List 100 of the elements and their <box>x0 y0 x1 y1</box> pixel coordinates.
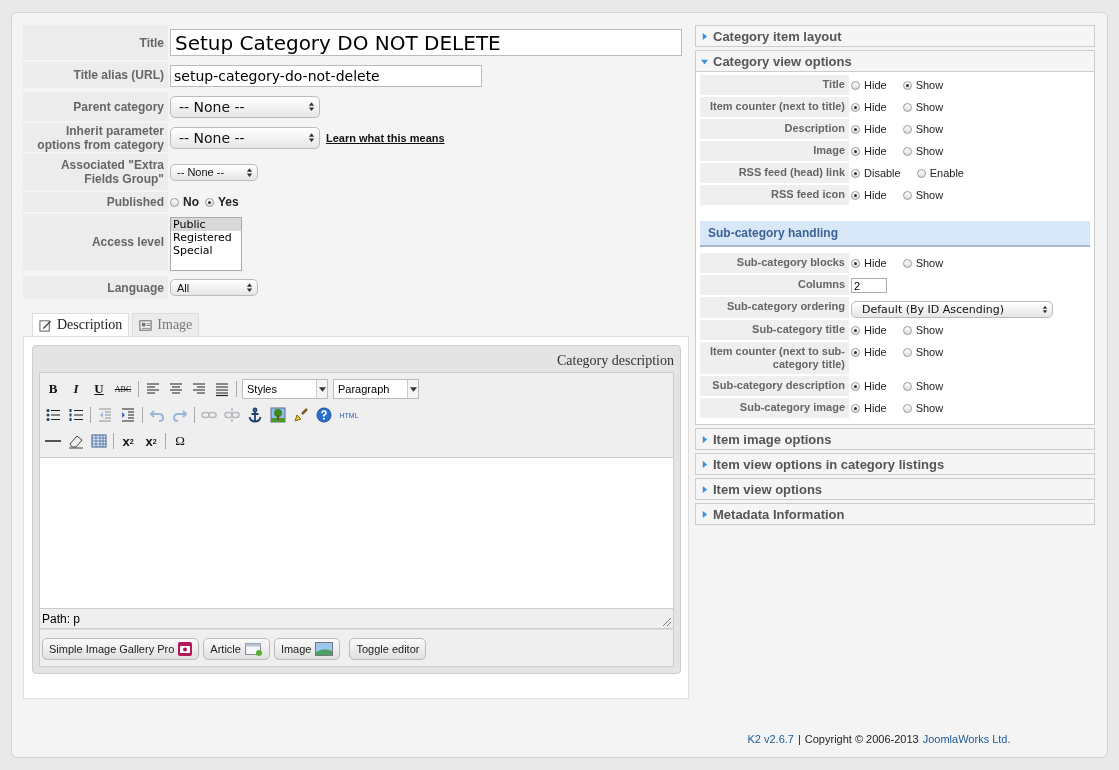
toolbar-button[interactable] <box>67 406 85 424</box>
toolbar-button[interactable]: x$^{2}$ <box>142 432 160 450</box>
toolbar-button[interactable]: ABC <box>113 380 133 398</box>
radio-button[interactable] <box>902 347 912 357</box>
article-icon <box>244 642 263 656</box>
option-label: Sub-category title <box>700 320 849 340</box>
redo-icon <box>172 407 188 423</box>
edit-icon <box>39 318 52 332</box>
radio-button[interactable] <box>902 80 912 90</box>
columns-field[interactable]: 2 <box>851 278 887 293</box>
radio-button[interactable] <box>902 325 912 335</box>
dropdown-arrows-icon <box>1042 305 1048 314</box>
panel-header[interactable]: Item view options <box>695 478 1095 500</box>
caret-down-icon <box>701 57 708 65</box>
version-link[interactable]: K2 v2.6.7 <box>747 733 794 745</box>
panel-header[interactable]: Metadata Information <box>695 503 1095 525</box>
toolbar-button[interactable]: U <box>90 380 108 398</box>
radio-button[interactable] <box>851 403 860 413</box>
panel-header[interactable]: Category view options <box>695 50 1095 72</box>
radio-button[interactable] <box>851 190 860 200</box>
radio-button[interactable] <box>851 124 860 134</box>
radio-label: Show <box>915 346 944 358</box>
radio-label: Show <box>915 145 944 157</box>
radio-label: Hide <box>864 79 887 91</box>
field-label: Language <box>23 276 168 299</box>
caret-right-icon <box>701 435 708 443</box>
dropdown[interactable]: Default (By ID Ascending) <box>851 301 1053 318</box>
radio-button[interactable] <box>902 146 912 156</box>
field-label: Title alias (URL) <box>23 62 168 88</box>
format-dropdown[interactable]: Paragraph <box>333 379 419 399</box>
radio-label: Hide <box>864 101 887 113</box>
radio-label: Show <box>915 101 944 113</box>
radio-label: Show <box>915 380 944 392</box>
image-icon <box>270 407 286 423</box>
toolbar-button[interactable]: B <box>44 380 62 398</box>
radio-button[interactable] <box>851 258 860 268</box>
unlink-icon <box>224 407 240 423</box>
radio-button[interactable] <box>851 102 860 112</box>
list-option[interactable]: Special <box>171 244 241 257</box>
toolbar-button[interactable] <box>213 380 231 398</box>
option-label: Sub-category ordering <box>700 297 849 318</box>
tab[interactable]: Image <box>132 313 200 336</box>
radio-button[interactable] <box>902 258 912 268</box>
radio-label: Disable <box>864 167 901 179</box>
title-field[interactable]: Setup Category DO NOT DELETE <box>170 29 682 56</box>
radio-button[interactable] <box>902 102 912 112</box>
horizontal-rule-icon <box>45 440 61 442</box>
radio-button[interactable] <box>851 325 860 335</box>
caret-right-icon <box>701 32 708 40</box>
outdent-icon <box>97 407 113 423</box>
format-dropdown[interactable]: Styles <box>242 379 328 399</box>
list-option[interactable]: Public <box>171 218 241 231</box>
dropdown-arrows-icon <box>246 166 253 178</box>
dropdown[interactable]: -- None -- <box>170 126 320 149</box>
panel-header[interactable]: Item image options <box>695 428 1095 450</box>
editor-button[interactable]: Article <box>203 638 270 660</box>
radio-label: Yes <box>218 195 239 209</box>
toolbar-button[interactable] <box>269 406 287 424</box>
option-label: Description <box>700 119 849 139</box>
radio-label: Show <box>915 257 944 269</box>
dropdown[interactable]: -- None -- <box>170 163 258 181</box>
indent-icon <box>120 407 136 423</box>
toolbar-button[interactable] <box>44 406 62 424</box>
radio-button[interactable] <box>902 190 912 200</box>
panel-header[interactable]: Category item layout <box>695 25 1095 47</box>
access-listbox[interactable]: Public Registered Special <box>170 217 242 271</box>
company-link[interactable]: JoomlaWorks Ltd. <box>922 733 1011 745</box>
alias-field[interactable]: setup-category-do-not-delete <box>170 65 482 87</box>
tab[interactable]: Description <box>32 313 130 336</box>
radio-button[interactable] <box>902 403 912 413</box>
radio-button[interactable] <box>916 168 926 178</box>
radio-button[interactable] <box>851 146 860 156</box>
radio-label: Show <box>915 79 944 91</box>
radio-button[interactable] <box>851 80 860 90</box>
bullets-icon <box>45 407 61 423</box>
help-link[interactable]: Learn what this means <box>326 131 445 144</box>
brush-icon <box>293 407 309 423</box>
caret-right-icon <box>701 510 708 518</box>
editor-button[interactable]: Simple Image Gallery Pro <box>42 638 200 660</box>
radio-button[interactable] <box>170 197 179 207</box>
editor-button[interactable]: Image <box>273 638 341 660</box>
radio-label: Hide <box>864 189 887 201</box>
toolbar-button[interactable] <box>246 406 264 424</box>
resize-grip-icon[interactable] <box>661 616 671 626</box>
radio-button[interactable] <box>902 124 912 134</box>
editor-button[interactable]: Toggle editor <box>349 638 427 660</box>
dropdown[interactable]: -- None -- <box>170 95 320 118</box>
toolbar-button[interactable]: I <box>67 380 85 398</box>
radio-button[interactable] <box>205 197 214 207</box>
radio-label: Hide <box>864 402 887 414</box>
help-icon <box>316 407 332 423</box>
toolbar-button[interactable]: Ω <box>171 432 189 450</box>
option-label: Sub-category image <box>700 398 849 418</box>
radio-button[interactable] <box>851 381 860 391</box>
radio-button[interactable] <box>902 381 912 391</box>
radio-button[interactable] <box>851 347 860 357</box>
dropdown[interactable]: All <box>170 279 258 296</box>
list-option[interactable]: Registered <box>171 231 241 244</box>
radio-button[interactable] <box>851 168 860 178</box>
panel-header[interactable]: Item view options in category listings <box>695 453 1095 475</box>
